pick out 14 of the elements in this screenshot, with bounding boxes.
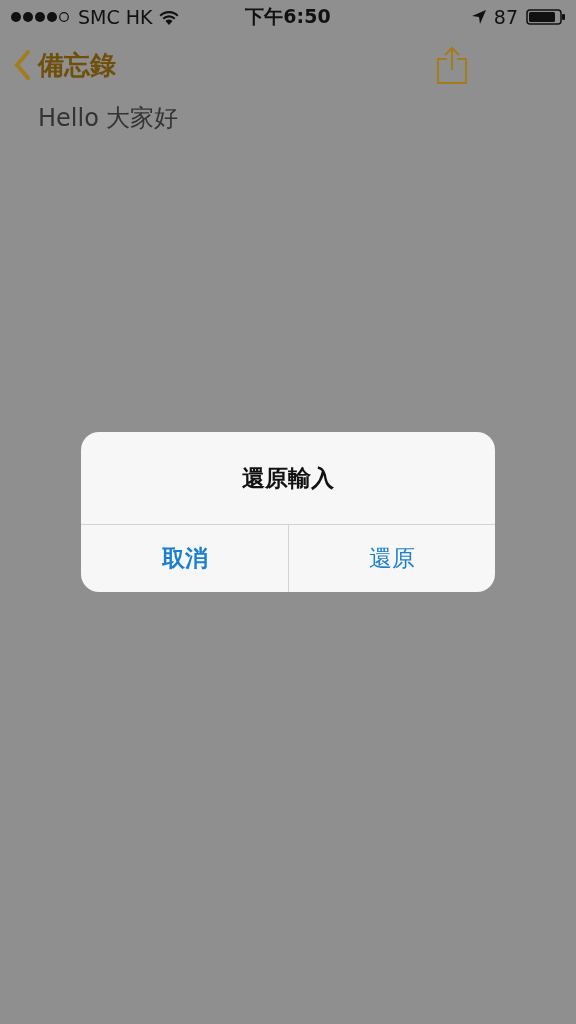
status-time: 下午6:50 bbox=[245, 4, 331, 29]
note-text: Hello 大家好 bbox=[37, 103, 180, 134]
alert-title: 還原輸入 bbox=[81, 432, 495, 525]
battery-icon bbox=[526, 9, 566, 25]
wifi-icon bbox=[158, 9, 179, 25]
carrier-name: SMC HK bbox=[78, 6, 153, 28]
signal-icon bbox=[10, 11, 72, 23]
alert-button[interactable]: 取消 bbox=[81, 525, 288, 592]
alert-button[interactable]: 還原 bbox=[288, 525, 495, 592]
chevron-left-icon bbox=[14, 50, 30, 80]
share-icon[interactable] bbox=[436, 46, 468, 84]
location-arrow-icon bbox=[471, 10, 486, 24]
back-button[interactable]: 備忘錄 bbox=[14, 47, 116, 83]
battery-percent: 87 bbox=[493, 6, 518, 28]
